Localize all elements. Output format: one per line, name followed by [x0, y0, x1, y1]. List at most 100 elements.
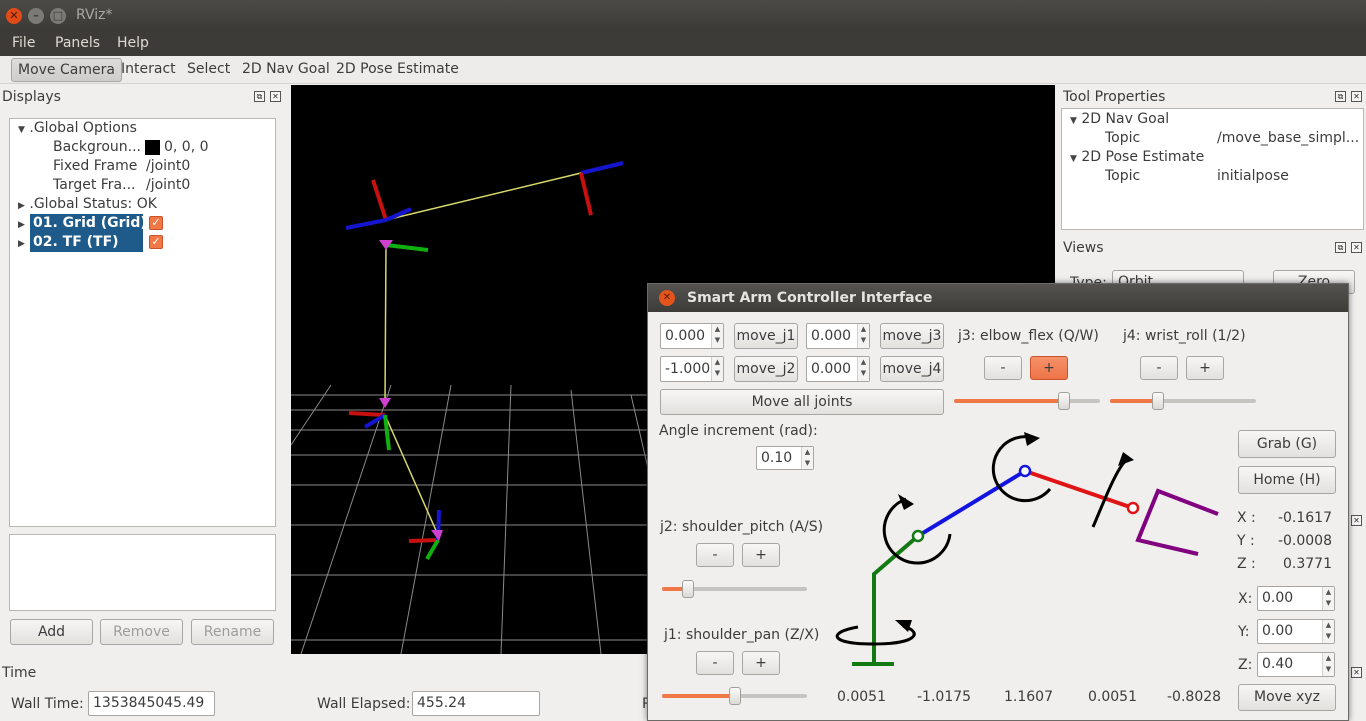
expanded-arrow-icon[interactable]: ▼: [1070, 154, 1077, 164]
wall-time-field[interactable]: 1353845045.49: [88, 691, 215, 716]
tf-display-row[interactable]: ▶: [18, 233, 25, 252]
j1-plus-button[interactable]: +: [742, 651, 780, 675]
fixed-frame-value[interactable]: /joint0: [146, 157, 190, 176]
spin-arrows-icon[interactable]: ▲ ▼: [1322, 587, 1334, 610]
j1-shoulder-pan-label: j1: shoulder_pan (Z/X): [664, 627, 820, 643]
j3-minus-button[interactable]: -: [984, 356, 1022, 380]
spin-arrows-icon[interactable]: ▲ ▼: [711, 324, 723, 348]
expanded-arrow-icon[interactable]: ▼: [1070, 116, 1077, 126]
slider-handle[interactable]: [1058, 392, 1070, 410]
slider-handle[interactable]: [682, 580, 694, 598]
pose-topic-value[interactable]: initialpose: [1217, 167, 1289, 186]
grid-display-row[interactable]: ▶: [18, 214, 25, 233]
j2-slider[interactable]: [662, 580, 807, 598]
spin-arrows-icon[interactable]: ▲ ▼: [711, 357, 723, 381]
add-display-button[interactable]: Add: [10, 619, 93, 645]
rename-display-button[interactable]: Rename: [191, 619, 274, 645]
collapsed-arrow-icon[interactable]: ▶: [18, 239, 25, 249]
j1-value-spinbox[interactable]: 0.000 ▲ ▼: [660, 323, 724, 349]
close-panel-icon[interactable]: ✕: [1351, 515, 1362, 526]
interact-button[interactable]: Interact: [115, 58, 182, 82]
close-panel-icon[interactable]: ✕: [270, 91, 281, 102]
j1-slider[interactable]: [662, 687, 807, 705]
grab-button[interactable]: Grab (G): [1238, 430, 1336, 458]
wrist-rotation-arrow-icon: [1091, 457, 1129, 528]
move-j3-button[interactable]: move_j3: [880, 323, 944, 349]
spin-arrows-icon[interactable]: ▲ ▼: [801, 447, 813, 469]
background-color-swatch[interactable]: [145, 140, 160, 155]
nav-topic-value[interactable]: /move_base_simpl...: [1217, 129, 1359, 148]
menu-file[interactable]: File: [12, 35, 35, 51]
j3-value-spinbox[interactable]: 0.000 ▲ ▼: [806, 323, 870, 349]
shoulder-joint-icon: [911, 529, 925, 543]
j3-slider[interactable]: [954, 392, 1100, 410]
float-panel-icon[interactable]: ⧉: [254, 91, 265, 102]
tool-properties-tree[interactable]: ▼ 2D Nav Goal Topic /move_base_simpl... …: [1061, 108, 1364, 230]
z-input-label: Z:: [1238, 657, 1253, 673]
j1-minus-button[interactable]: -: [696, 651, 734, 675]
nav-goal-button[interactable]: 2D Nav Goal: [236, 58, 336, 82]
angle-increment-spinbox[interactable]: 0.10 ▲ ▼: [756, 446, 814, 470]
grid-enabled-checkbox[interactable]: ✓: [149, 216, 163, 230]
wrist-joint-icon: [1126, 501, 1140, 515]
remove-display-button[interactable]: Remove: [100, 619, 183, 645]
y-target-spinbox[interactable]: 0.00 ▲ ▼: [1257, 619, 1335, 644]
minimize-window-icon[interactable]: –: [28, 8, 44, 24]
close-dialog-icon[interactable]: ✕: [659, 290, 675, 306]
select-button[interactable]: Select: [181, 58, 236, 82]
grid-display-label[interactable]: 01. Grid (Grid): [30, 214, 147, 233]
move-j1-button[interactable]: move_j1: [734, 323, 798, 349]
float-panel-icon[interactable]: ⧉: [1335, 242, 1346, 253]
slider-handle[interactable]: [729, 687, 741, 705]
pose-estimate-button[interactable]: 2D Pose Estimate: [330, 58, 465, 82]
move-camera-button[interactable]: Move Camera: [11, 58, 122, 82]
collapsed-arrow-icon[interactable]: ▶: [18, 220, 25, 230]
background-value[interactable]: 0, 0, 0: [164, 138, 209, 157]
wall-elapsed-field[interactable]: 455.24: [412, 691, 540, 716]
x-readout-value: -0.1617: [1277, 510, 1332, 526]
arrowhead-icon: [1024, 432, 1040, 446]
j4-slider[interactable]: [1110, 392, 1256, 410]
spin-arrows-icon[interactable]: ▲ ▼: [1322, 620, 1334, 643]
tf-display-label[interactable]: 02. TF (TF): [30, 233, 143, 252]
close-panel-icon[interactable]: ✕: [1351, 91, 1362, 102]
expanded-arrow-icon[interactable]: ▼: [18, 125, 25, 135]
maximize-window-icon[interactable]: □: [50, 8, 66, 24]
spin-arrows-icon[interactable]: ▲ ▼: [857, 324, 869, 348]
z-target-spinbox[interactable]: 0.40 ▲ ▼: [1257, 652, 1335, 677]
j4-wrist-roll-label: j4: wrist_roll (1/2): [1123, 328, 1246, 344]
move-xyz-button[interactable]: Move xyz: [1238, 684, 1336, 711]
home-button[interactable]: Home (H): [1238, 466, 1336, 494]
j3-elbow-flex-label: j3: elbow_flex (Q/W): [958, 328, 1099, 344]
move-all-joints-button[interactable]: Move all joints: [660, 389, 944, 415]
close-panel-icon[interactable]: ✕: [1351, 242, 1362, 253]
displays-tree[interactable]: ▼ .Global Options Backgroun... 0, 0, 0 F…: [9, 118, 276, 527]
j4-value-spinbox[interactable]: 0.000 ▲ ▼: [806, 356, 870, 382]
nav-goal-row[interactable]: ▼ 2D Nav Goal: [1070, 110, 1169, 129]
menu-panels[interactable]: Panels: [55, 35, 100, 51]
display-description-box: [9, 534, 276, 611]
j2-value-spinbox[interactable]: -1.000 ▲ ▼: [660, 356, 724, 382]
close-window-icon[interactable]: ✕: [6, 8, 22, 24]
slider-handle[interactable]: [1152, 392, 1164, 410]
x-target-spinbox[interactable]: 0.00 ▲ ▼: [1257, 586, 1335, 611]
global-options-row[interactable]: ▼ .Global Options: [18, 119, 137, 138]
j4-minus-button[interactable]: -: [1140, 356, 1178, 380]
j3-plus-button[interactable]: +: [1030, 356, 1068, 380]
spin-arrows-icon[interactable]: ▲ ▼: [1322, 653, 1334, 676]
move-j4-button[interactable]: move_j4: [880, 356, 944, 382]
float-panel-icon[interactable]: ⧉: [1335, 91, 1346, 102]
target-frame-value[interactable]: /joint0: [146, 176, 190, 195]
tf-enabled-checkbox[interactable]: ✓: [149, 235, 163, 249]
collapsed-arrow-icon[interactable]: ▶: [18, 201, 25, 211]
j2-plus-button[interactable]: +: [742, 543, 780, 567]
global-status-row[interactable]: ▶ .Global Status: OK: [18, 195, 157, 214]
j4-plus-button[interactable]: +: [1186, 356, 1224, 380]
pose-estimate-row[interactable]: ▼ 2D Pose Estimate: [1070, 148, 1204, 167]
close-panel-icon[interactable]: ✕: [1351, 667, 1362, 678]
menu-help[interactable]: Help: [117, 35, 149, 51]
move-j2-button[interactable]: move_j2: [734, 356, 798, 382]
j2-minus-button[interactable]: -: [696, 543, 734, 567]
window-titlebar: ✕ – □ RViz*: [0, 0, 1366, 32]
spin-arrows-icon[interactable]: ▲ ▼: [857, 357, 869, 381]
